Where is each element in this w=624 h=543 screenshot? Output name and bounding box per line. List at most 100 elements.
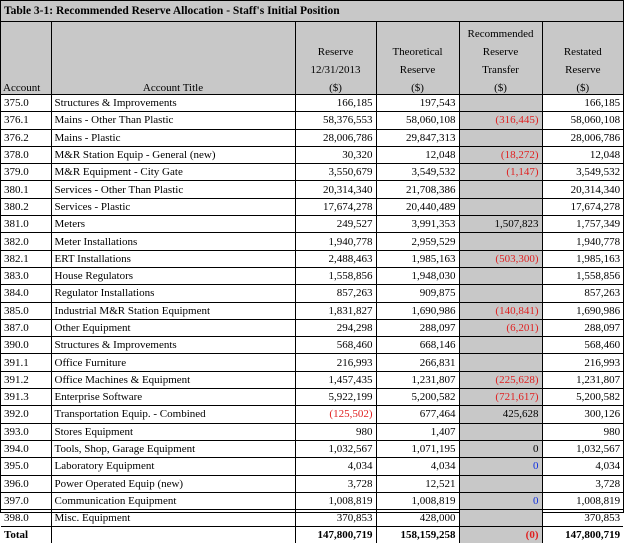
account-number: 376.1	[1, 111, 52, 130]
transfer-value: 0	[459, 492, 543, 511]
transfer-value: (18,272)	[459, 146, 543, 165]
transfer-value	[459, 284, 543, 303]
restated-value: 857,263	[542, 284, 624, 303]
transfer-value: (6,201)	[459, 319, 543, 338]
restated-value: 1,032,567	[542, 440, 624, 459]
restated-value: 1,558,856	[542, 267, 624, 286]
restated-value: 216,993	[542, 353, 624, 372]
account-number: 380.2	[1, 198, 52, 217]
header-reserve-line1: Reserve	[295, 40, 377, 58]
account-number: 381.0	[1, 215, 52, 234]
table-row: 398.0 Misc. Equipment 370,853 428,000 370,85…	[1, 509, 624, 528]
theoretical-value: 1,071,195	[376, 440, 460, 459]
theoretical-value: 1,407	[376, 423, 460, 441]
table-row: 391.2 Office Machines & Equipment 1,457,43…	[1, 371, 624, 390]
account-title: Mains - Other Than Plastic	[51, 111, 296, 130]
account-number: 395.0	[1, 457, 52, 476]
account-number: 376.2	[1, 129, 52, 147]
account-number: 383.0	[1, 267, 52, 286]
account-number: 398.0	[1, 509, 52, 528]
account-title: Misc. Equipment	[51, 509, 296, 528]
table-row: 379.0 M&R Equipment - City Gate 3,550,679 3…	[1, 163, 624, 182]
total-label: Total	[1, 526, 52, 543]
restated-value: 1,757,349	[542, 215, 624, 234]
theoretical-value: 21,708,386	[376, 180, 460, 199]
transfer-value: 0	[459, 440, 543, 459]
theoretical-value: 1,948,030	[376, 267, 460, 286]
total-row: Total 147,800,719 158,159,258 (0) 147,800,71…	[1, 526, 623, 543]
account-number: 391.3	[1, 388, 52, 407]
transfer-value	[459, 509, 543, 528]
table-row: 384.0 Regulator Installations 857,263 909,8…	[1, 284, 624, 303]
reserve-allocation-table: Table 3-1: Recommended Reserve Allocatio…	[1, 1, 624, 543]
account-title: House Regulators	[51, 267, 296, 286]
transfer-value: (225,628)	[459, 371, 543, 390]
table-row: 380.1 Services - Other Than Plastic 20,314…	[1, 180, 624, 199]
account-title: Office Furniture	[51, 353, 296, 372]
reserve-value: 30,320	[295, 146, 377, 165]
reserve-value: 1,558,856	[295, 267, 377, 286]
restated-value: 1,690,986	[542, 302, 624, 320]
reserve-value: 1,831,827	[295, 302, 377, 320]
reserve-value: 249,527	[295, 215, 377, 234]
account-title: Meters	[51, 215, 296, 234]
account-title: Enterprise Software	[51, 388, 296, 407]
restated-value: 3,728	[542, 475, 624, 493]
restated-value: 166,185	[542, 94, 624, 113]
account-title: Office Machines & Equipment	[51, 371, 296, 390]
reserve-value: 17,674,278	[295, 198, 377, 217]
theoretical-value: 5,200,582	[376, 388, 460, 407]
restated-value: 4,034	[542, 457, 624, 476]
transfer-value: (316,445)	[459, 111, 543, 130]
table-row: 380.2 Services - Plastic 17,674,278 20,440,…	[1, 198, 624, 217]
theoretical-value: 288,097	[376, 319, 460, 338]
reserve-value: 5,922,199	[295, 388, 377, 407]
table-row: 395.0 Laboratory Equipment 4,034 4,034 0 4,03…	[1, 457, 624, 476]
restated-value: 5,200,582	[542, 388, 624, 407]
table-row: 390.0 Structures & Improvements 568,460 668…	[1, 336, 624, 355]
table-row: 385.0 Industrial M&R Station Equipment 1,8…	[1, 302, 624, 320]
reserve-value: 857,263	[295, 284, 377, 303]
account-title: Meter Installations	[51, 232, 296, 251]
account-number: 392.0	[1, 405, 52, 424]
header-theoretical-unit: ($)	[376, 76, 460, 95]
account-title: Power Operated Equip (new)	[51, 475, 296, 493]
account-number: 382.0	[1, 232, 52, 251]
reserve-value: 980	[295, 423, 377, 441]
account-title: Industrial M&R Station Equipment	[51, 302, 296, 320]
theoretical-value: 677,464	[376, 405, 460, 424]
transfer-value	[459, 267, 543, 286]
restated-value: 28,006,786	[542, 129, 624, 147]
reserve-value: 1,008,819	[295, 492, 377, 511]
account-number: 394.0	[1, 440, 52, 459]
reserve-value: 58,376,553	[295, 111, 377, 130]
transfer-value	[459, 232, 543, 251]
header-reserve-line2: 12/31/2013	[295, 58, 377, 76]
transfer-value	[459, 336, 543, 355]
account-title: Stores Equipment	[51, 423, 296, 441]
restated-value: 12,048	[542, 146, 624, 165]
account-number: 397.0	[1, 492, 52, 511]
header-restated-line1: Restated	[542, 40, 624, 58]
restated-value: 370,853	[542, 509, 624, 528]
transfer-value: 0	[459, 457, 543, 476]
transfer-value	[459, 129, 543, 147]
table-row: 382.0 Meter Installations 1,940,778 2,959,5…	[1, 232, 624, 251]
restated-value: 17,674,278	[542, 198, 624, 217]
account-number: 391.2	[1, 371, 52, 390]
account-title: Transportation Equip. - Combined	[51, 405, 296, 424]
theoretical-value: 4,034	[376, 457, 460, 476]
account-number: 390.0	[1, 336, 52, 355]
total-restated: 147,800,719	[565, 529, 621, 542]
reserve-value: 166,185	[295, 94, 377, 113]
theoretical-value: 12,048	[376, 146, 460, 165]
header-account: Account	[1, 76, 52, 95]
table-row: 376.2 Mains - Plastic 28,006,786 29,847,313…	[1, 129, 624, 147]
theoretical-value: 3,549,532	[376, 163, 460, 182]
theoretical-value: 1,008,819	[376, 492, 460, 511]
account-title: Tools, Shop, Garage Equipment	[51, 440, 296, 459]
restated-value: 300,126	[542, 405, 624, 424]
theoretical-value: 29,847,313	[376, 129, 460, 147]
transfer-value: 425,628	[459, 405, 543, 424]
total-transfer: (0)	[459, 526, 543, 543]
